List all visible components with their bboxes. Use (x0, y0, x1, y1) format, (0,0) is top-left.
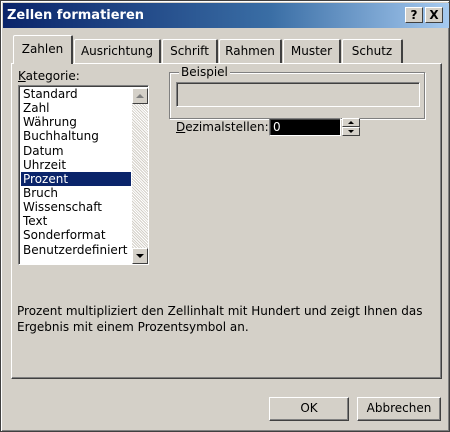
category-item[interactable]: Wissenschaft (21, 200, 131, 214)
scroll-down-button[interactable] (132, 248, 148, 264)
category-item[interactable]: Zahl (21, 101, 131, 115)
category-item[interactable]: Standard (21, 87, 131, 101)
close-button[interactable]: X (425, 7, 443, 23)
window-title: Zellen formatieren (7, 8, 145, 23)
scroll-up-button[interactable] (132, 88, 148, 104)
category-item[interactable]: Uhrzeit (21, 158, 131, 172)
spin-down-button[interactable] (342, 127, 360, 136)
category-description: Prozent multipliziert den Zellinhalt mit… (17, 304, 423, 334)
category-item[interactable]: Text (21, 214, 131, 228)
decimals-input[interactable]: 0 (269, 118, 341, 136)
tab-muster[interactable]: Muster (283, 39, 341, 63)
arrow-up-icon (136, 94, 144, 98)
tab-schrift[interactable]: Schrift (162, 39, 218, 63)
category-list: Standard Zahl Währung Buchhaltung Datum Uhrze… (21, 87, 131, 257)
category-item[interactable]: Prozent (21, 171, 131, 186)
help-button[interactable]: ? (405, 7, 423, 23)
format-cells-dialog: Zellen formatieren ? X Zahlen Ausrichtun… (0, 0, 450, 432)
tab-zahlen[interactable]: Zahlen (13, 35, 73, 64)
title-bar[interactable]: Zellen formatieren ? X (3, 3, 449, 28)
tab-rahmen[interactable]: Rahmen (219, 39, 282, 63)
tab-schutz[interactable]: Schutz (342, 39, 403, 63)
tab-ausrichtung[interactable]: Ausrichtung (74, 39, 161, 63)
category-item[interactable]: Buchhaltung (21, 129, 131, 143)
category-item[interactable]: Datum (21, 144, 131, 158)
example-preview (176, 82, 420, 107)
category-label: Kategorie: (18, 69, 80, 83)
example-label: Beispiel (179, 65, 230, 79)
category-item[interactable]: Bruch (21, 186, 131, 200)
category-item[interactable]: Benutzerdefiniert (21, 243, 131, 257)
spin-up-button[interactable] (342, 118, 360, 127)
category-listbox[interactable]: Standard Zahl Währung Buchhaltung Datum Uhrze… (18, 85, 149, 265)
ok-button[interactable]: OK (269, 397, 349, 421)
decimals-spinner (342, 118, 360, 136)
vertical-scrollbar[interactable] (132, 88, 148, 264)
cancel-button[interactable]: Abbrechen (357, 397, 441, 421)
category-item[interactable]: Währung (21, 115, 131, 129)
decimals-label: Dezimalstellen: (176, 120, 269, 134)
arrow-down-icon (136, 254, 144, 258)
category-item[interactable]: Sonderformat (21, 228, 131, 242)
